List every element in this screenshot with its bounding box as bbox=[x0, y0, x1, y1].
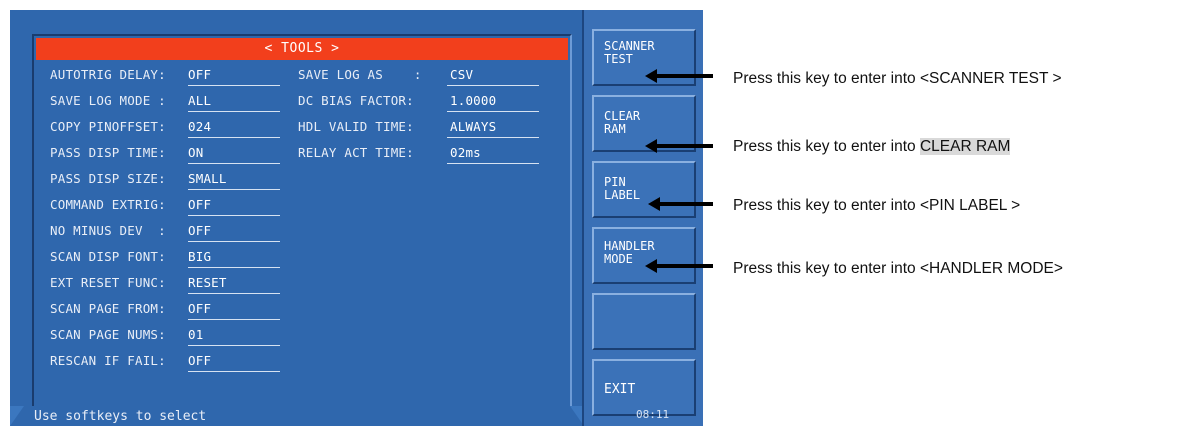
pass-disp-size-label: PASS DISP SIZE: bbox=[50, 171, 166, 186]
scan-page-from-value[interactable]: OFF bbox=[188, 301, 211, 317]
scan-disp-font-value[interactable]: BIG bbox=[188, 249, 211, 265]
value-underline bbox=[447, 137, 539, 138]
softkey-label: SCANNER TEST bbox=[604, 39, 655, 66]
rescan-if-fail-value[interactable]: OFF bbox=[188, 353, 211, 369]
value-underline bbox=[447, 163, 539, 164]
value-underline bbox=[188, 267, 280, 268]
value-underline bbox=[188, 189, 280, 190]
ext-reset-func-label: EXT RESET FUNC: bbox=[50, 275, 166, 290]
tools-panel: < TOOLS > AUTOTRIG DELAY: OFF SAVE LOG M… bbox=[10, 10, 584, 426]
softkey-label: PIN LABEL bbox=[604, 175, 641, 202]
no-minus-dev-value[interactable]: OFF bbox=[188, 223, 211, 239]
arrow-shaft bbox=[655, 264, 713, 268]
arrow-left-icon bbox=[645, 139, 657, 153]
value-underline bbox=[188, 163, 280, 164]
scan-disp-font-label: SCAN DISP FONT: bbox=[50, 249, 166, 264]
ext-reset-func-value[interactable]: RESET bbox=[188, 275, 227, 291]
autotrig-delay-value[interactable]: OFF bbox=[188, 67, 211, 83]
status-message: Use softkeys to select bbox=[34, 409, 207, 424]
save-log-mode-value[interactable]: ALL bbox=[188, 93, 211, 109]
handler-mode-softkey[interactable]: HANDLER MODE bbox=[592, 227, 696, 284]
panel-frame bbox=[32, 34, 572, 408]
page-title: < TOOLS > bbox=[36, 38, 568, 60]
value-underline bbox=[447, 85, 539, 86]
blank-softkey[interactable] bbox=[592, 293, 696, 350]
relay-act-time-value[interactable]: 02ms bbox=[450, 145, 481, 161]
scanner-test-note: Press this key to enter into <SCANNER TE… bbox=[733, 70, 1062, 87]
copy-pinoffset-value[interactable]: 024 bbox=[188, 119, 211, 135]
command-extrig-label: COMMAND EXTRIG: bbox=[50, 197, 166, 212]
autotrig-delay-label: AUTOTRIG DELAY: bbox=[50, 67, 166, 82]
clear-ram-note: Press this key to enter into CLEAR RAM bbox=[733, 138, 1011, 155]
pass-disp-time-label: PASS DISP TIME: bbox=[50, 145, 166, 160]
rescan-if-fail-label: RESCAN IF FAIL: bbox=[50, 353, 166, 368]
pin-label-softkey[interactable]: PIN LABEL bbox=[592, 161, 696, 218]
scan-page-nums-label: SCAN PAGE NUMS: bbox=[50, 327, 166, 342]
value-underline bbox=[188, 111, 280, 112]
pass-disp-time-value[interactable]: ON bbox=[188, 145, 203, 161]
dc-bias-factor-value[interactable]: 1.0000 bbox=[450, 93, 496, 109]
value-underline bbox=[188, 319, 280, 320]
dc-bias-factor-label: DC BIAS FACTOR: bbox=[298, 93, 414, 108]
value-underline bbox=[188, 137, 280, 138]
scan-page-nums-value[interactable]: 01 bbox=[188, 327, 203, 343]
value-underline bbox=[188, 371, 280, 372]
arrow-shaft bbox=[655, 144, 713, 148]
arrow-left-icon bbox=[648, 197, 660, 211]
status-bar-notch bbox=[10, 406, 24, 426]
no-minus-dev-label: NO MINUS DEV : bbox=[50, 223, 166, 238]
arrow-shaft bbox=[655, 74, 713, 78]
relay-act-time-label: RELAY ACT TIME: bbox=[298, 145, 414, 160]
hdl-valid-time-label: HDL VALID TIME: bbox=[298, 119, 414, 134]
softkey-label: CLEAR RAM bbox=[604, 109, 641, 136]
save-log-as-value[interactable]: CSV bbox=[450, 67, 473, 83]
value-underline bbox=[188, 345, 280, 346]
save-log-mode-label: SAVE LOG MODE : bbox=[50, 93, 166, 108]
value-underline bbox=[447, 111, 539, 112]
scan-page-from-label: SCAN PAGE FROM: bbox=[50, 301, 166, 316]
hdl-valid-time-value[interactable]: ALWAYS bbox=[450, 119, 496, 135]
arrow-left-icon bbox=[645, 69, 657, 83]
instrument-screen: < TOOLS > AUTOTRIG DELAY: OFF SAVE LOG M… bbox=[10, 10, 703, 426]
pin-label-note: Press this key to enter into <PIN LABEL … bbox=[733, 197, 1021, 214]
handler-mode-note: Press this key to enter into <HANDLER MO… bbox=[733, 260, 1063, 277]
command-extrig-value[interactable]: OFF bbox=[188, 197, 211, 213]
value-underline bbox=[188, 241, 280, 242]
arrow-shaft bbox=[658, 202, 713, 206]
save-log-as-label: SAVE LOG AS : bbox=[298, 67, 422, 82]
pass-disp-size-value[interactable]: SMALL bbox=[188, 171, 227, 187]
clock: 08:11 bbox=[636, 408, 670, 421]
softkey-column: SCANNER TEST CLEAR RAM PIN LABEL HANDLER… bbox=[582, 10, 703, 426]
value-underline bbox=[188, 293, 280, 294]
value-underline bbox=[188, 215, 280, 216]
value-underline bbox=[188, 85, 280, 86]
copy-pinoffset-label: COPY PINOFFSET: bbox=[50, 119, 166, 134]
arrow-left-icon bbox=[645, 259, 657, 273]
softkey-label: EXIT bbox=[604, 382, 636, 397]
